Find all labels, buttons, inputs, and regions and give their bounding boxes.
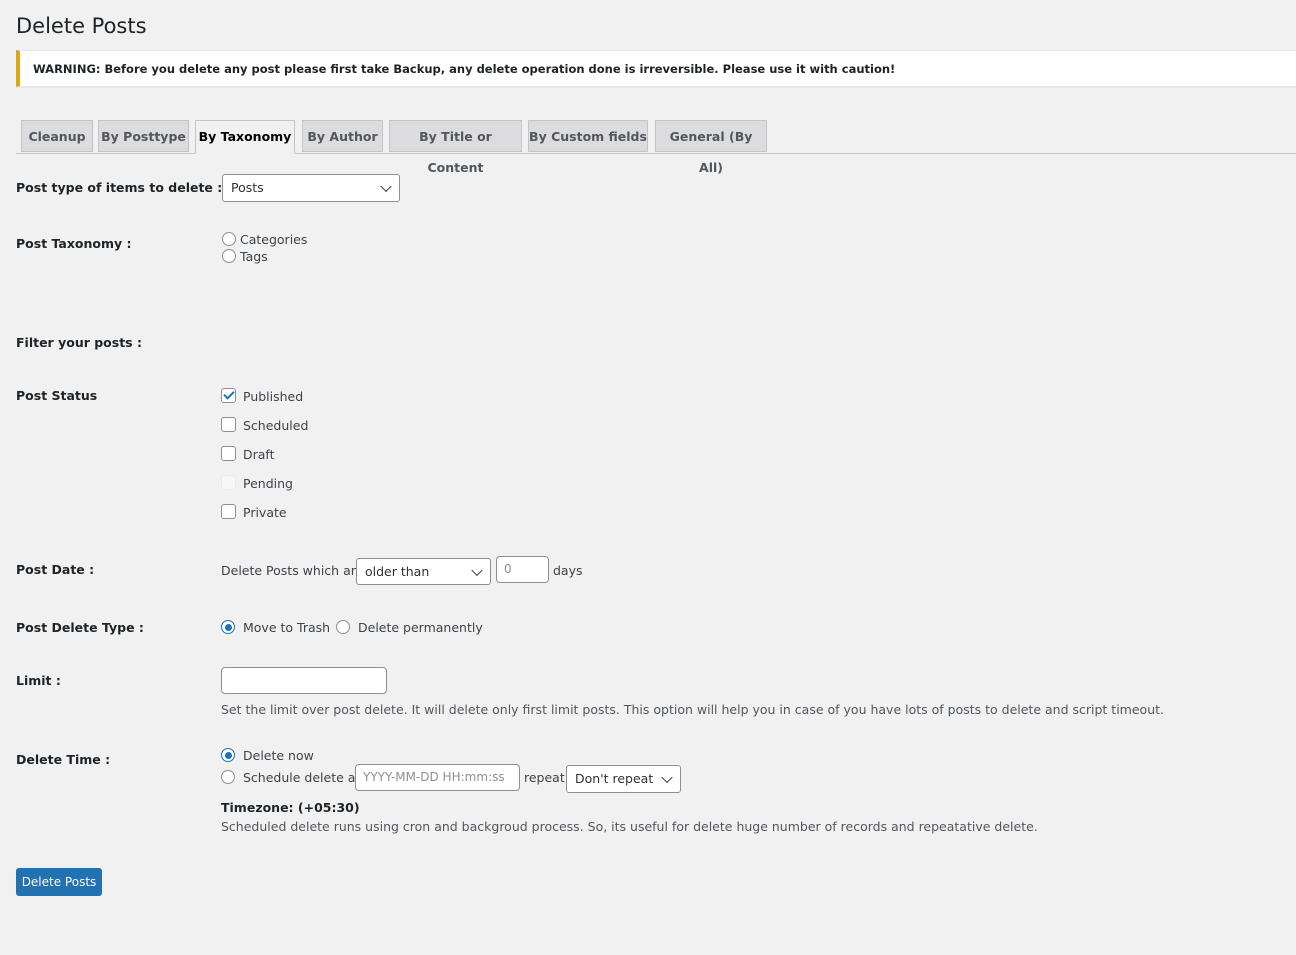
repeat-value: Don't repeat — [575, 771, 654, 786]
tab-by-posttype[interactable]: By Posttype — [98, 120, 189, 152]
status-scheduled-checkbox[interactable] — [221, 417, 236, 432]
post-type-label: Post type of items to delete : — [16, 180, 223, 195]
limit-input[interactable] — [221, 667, 387, 694]
status-private-checkbox[interactable] — [221, 504, 236, 519]
tab-by-taxonomy[interactable]: By Taxonomy — [195, 120, 295, 154]
delete-posts-button[interactable]: Delete Posts — [16, 868, 102, 896]
move-to-trash-label: Move to Trash — [243, 620, 331, 635]
delete-type-label: Post Delete Type : — [16, 620, 144, 635]
timezone-text: Timezone: (+05:30) — [221, 800, 360, 815]
tab-bar: Cleanup By Posttype By Taxonomy By Autho… — [16, 120, 1296, 175]
status-scheduled-label: Scheduled — [243, 418, 309, 433]
warning-text: WARNING: Before you delete any post plea… — [33, 62, 896, 76]
tab-by-custom-fields[interactable]: By Custom fields — [528, 120, 648, 152]
repeat-label: repeat — [524, 770, 565, 785]
taxonomy-categories-radio[interactable] — [222, 232, 236, 246]
post-date-label: Post Date : — [16, 562, 95, 577]
chevron-down-icon — [380, 180, 392, 193]
schedule-delete-label: Schedule delete at — [243, 770, 361, 785]
status-private-label: Private — [243, 505, 287, 520]
post-type-select[interactable]: Posts — [222, 174, 400, 202]
tab-by-author[interactable]: By Author — [302, 120, 383, 152]
days-input[interactable]: 0 — [496, 556, 549, 583]
status-pending-checkbox — [221, 475, 236, 490]
schedule-datetime-input[interactable]: YYYY-MM-DD HH:mm:ss — [355, 764, 520, 791]
chevron-down-icon — [661, 771, 673, 784]
post-status-label: Post Status — [16, 388, 98, 403]
tab-cleanup[interactable]: Cleanup — [21, 120, 93, 152]
status-draft-checkbox[interactable] — [221, 446, 236, 461]
taxonomy-tags-radio[interactable] — [222, 249, 236, 263]
date-comparison-value: older than — [365, 564, 430, 579]
post-type-value: Posts — [231, 180, 264, 195]
tab-general-by-all[interactable]: General (By All) — [655, 120, 767, 175]
days-suffix: days — [553, 563, 583, 578]
status-pending-label: Pending — [243, 476, 293, 491]
limit-label: Limit : — [16, 673, 61, 688]
delete-time-label: Delete Time : — [16, 752, 111, 767]
status-published-checkbox[interactable] — [221, 388, 236, 403]
delete-now-radio[interactable] — [221, 748, 235, 762]
post-taxonomy-label: Post Taxonomy : — [16, 236, 132, 251]
filter-heading: Filter your posts : — [16, 335, 142, 350]
page-title: Delete Posts — [16, 14, 147, 38]
move-to-trash-radio[interactable] — [221, 620, 235, 634]
delete-posts-page: Delete Posts WARNING: Before you delete … — [0, 0, 1296, 955]
tab-by-title-or-content[interactable]: By Title or Content — [389, 120, 522, 175]
delete-permanently-label: Delete permanently — [358, 620, 483, 635]
schedule-delete-radio[interactable] — [221, 770, 235, 784]
warning-notice: WARNING: Before you delete any post plea… — [16, 50, 1296, 87]
taxonomy-categories-label: Categories — [240, 232, 308, 247]
status-draft-label: Draft — [243, 447, 275, 462]
taxonomy-tags-label: Tags — [240, 249, 268, 264]
limit-description: Set the limit over post delete. It will … — [221, 702, 1164, 717]
status-published-label: Published — [243, 389, 304, 404]
delete-permanently-radio[interactable] — [336, 620, 350, 634]
schedule-description: Scheduled delete runs using cron and bac… — [221, 819, 1038, 834]
post-date-prefix: Delete Posts which are — [221, 563, 364, 578]
chevron-down-icon — [471, 564, 483, 576]
delete-now-label: Delete now — [243, 748, 314, 763]
date-comparison-select[interactable]: older than — [356, 558, 491, 585]
repeat-select[interactable]: Don't repeat — [566, 765, 681, 793]
